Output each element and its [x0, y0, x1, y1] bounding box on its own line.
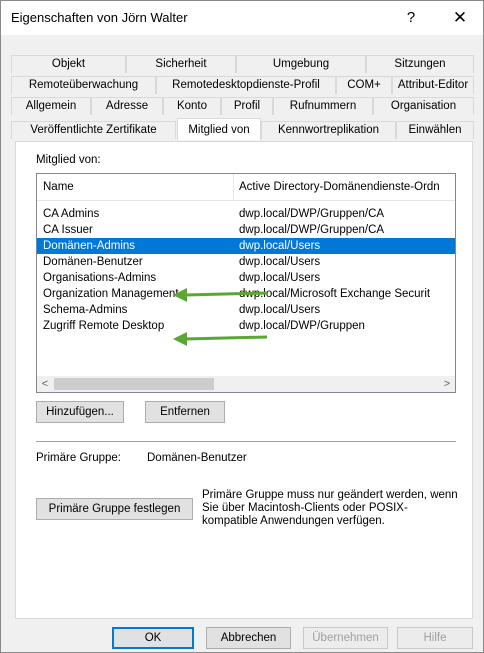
annotation-arrow-organisations-admins [173, 288, 268, 302]
tab-organisation[interactable]: Organisation [373, 97, 474, 115]
list-header: Name Active Directory-Domänendienste-Ord… [37, 174, 455, 201]
help-button[interactable]: Hilfe [397, 627, 473, 649]
list-item[interactable]: Domänen-Admins dwp.local/Users [37, 238, 455, 254]
add-button[interactable]: Hinzufügen... [36, 401, 124, 423]
tab-sicherheit[interactable]: Sicherheit [126, 55, 236, 73]
tab-mitglied-von[interactable]: Mitglied von [177, 118, 261, 140]
horizontal-scrollbar[interactable]: < > [37, 376, 455, 392]
group-name: Domänen-Benutzer [43, 256, 143, 268]
remove-button[interactable]: Entfernen [145, 401, 225, 423]
apply-button[interactable]: Übernehmen [303, 627, 388, 649]
scroll-thumb[interactable] [54, 378, 214, 390]
tab-kennwortreplikation[interactable]: Kennwortreplikation [261, 121, 396, 139]
tab-attribut-editor[interactable]: Attribut-Editor [392, 76, 474, 94]
tab-remotedesktopdienste-profil[interactable]: Remotedesktopdienste-Profil [156, 76, 336, 94]
column-header-folder[interactable]: Active Directory-Domänendienste-Ordn [239, 181, 440, 193]
tab-remoteueberwachung[interactable]: Remoteüberwachung [11, 76, 156, 94]
member-of-panel: Mitglied von: Name Active Directory-Domä… [15, 141, 473, 619]
scroll-left-icon[interactable]: < [37, 376, 53, 392]
group-name: CA Issuer [43, 224, 93, 236]
title-bar: Eigenschaften von Jörn Walter ? ✕ [1, 1, 483, 35]
tab-konto[interactable]: Konto [163, 97, 221, 115]
group-name: Zugriff Remote Desktop [43, 320, 165, 332]
group-folder: dwp.local/Users [239, 240, 321, 252]
help-icon[interactable]: ? [396, 7, 426, 29]
group-name: Organization Management [43, 288, 179, 300]
group-name: CA Admins [43, 208, 100, 220]
group-folder: dwp.local/DWP/Gruppen/CA [239, 224, 385, 236]
tab-sitzungen[interactable]: Sitzungen [366, 55, 474, 73]
scroll-right-icon[interactable]: > [439, 376, 455, 392]
tab-com-plus[interactable]: COM+ [336, 76, 392, 94]
divider [36, 441, 456, 442]
tab-allgemein[interactable]: Allgemein [11, 97, 91, 115]
annotation-arrow-schema-admins [173, 332, 268, 346]
tab-rufnummern[interactable]: Rufnummern [273, 97, 373, 115]
primary-group-label: Primäre Gruppe: [36, 452, 122, 464]
group-name: Schema-Admins [43, 304, 128, 316]
group-name: Domänen-Admins [43, 240, 136, 252]
group-folder: dwp.local/DWP/Gruppen/CA [239, 208, 385, 220]
tab-adresse[interactable]: Adresse [91, 97, 163, 115]
member-of-label: Mitglied von: [36, 154, 101, 166]
tab-objekt[interactable]: Objekt [11, 55, 126, 73]
tab-profil[interactable]: Profil [221, 97, 273, 115]
column-separator[interactable] [233, 174, 234, 201]
list-item[interactable]: Schema-Admins dwp.local/Users [37, 302, 455, 318]
close-icon[interactable]: ✕ [445, 7, 475, 29]
tab-veroeffentlichte-zertifikate[interactable]: Veröffentlichte Zertifikate [11, 121, 176, 139]
primary-group-value: Domänen-Benutzer [147, 452, 247, 464]
tab-umgebung[interactable]: Umgebung [236, 55, 366, 73]
window-title: Eigenschaften von Jörn Walter [11, 10, 188, 25]
column-header-name[interactable]: Name [43, 181, 74, 193]
ok-button[interactable]: OK [112, 627, 194, 649]
properties-dialog: Eigenschaften von Jörn Walter ? ✕ Objekt… [0, 0, 484, 653]
set-primary-group-button[interactable]: Primäre Gruppe festlegen [36, 498, 193, 520]
primary-group-note: Primäre Gruppe muss nur geändert werden,… [202, 489, 458, 527]
tab-einwaehlen[interactable]: Einwählen [396, 121, 474, 139]
group-name: Organisations-Admins [43, 272, 157, 284]
group-folder: dwp.local/Users [239, 256, 321, 268]
list-item[interactable]: Domänen-Benutzer dwp.local/Users [37, 254, 455, 270]
list-item[interactable]: CA Admins dwp.local/DWP/Gruppen/CA [37, 206, 455, 222]
group-folder: dwp.local/Users [239, 304, 321, 316]
member-of-list[interactable]: Name Active Directory-Domänendienste-Ord… [36, 173, 456, 393]
cancel-button[interactable]: Abbrechen [206, 627, 291, 649]
list-item[interactable]: CA Issuer dwp.local/DWP/Gruppen/CA [37, 222, 455, 238]
